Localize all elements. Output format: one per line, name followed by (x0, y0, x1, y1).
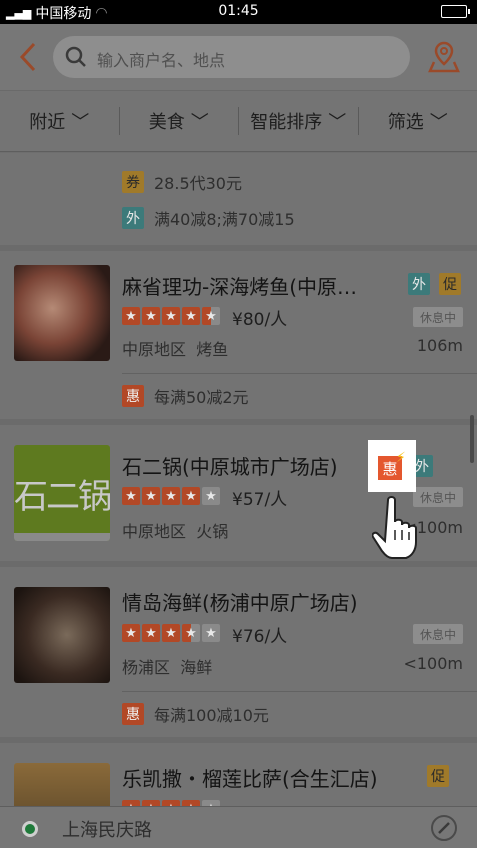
promotion-badge: 促 (439, 273, 461, 295)
filter-bar: 附近 ﹀ 美食 ﹀ 智能排序 ﹀ 筛选 ﹀ (0, 90, 477, 152)
divider (122, 373, 477, 374)
price-per-person: ¥57/人 (232, 490, 288, 510)
restaurant-name: 石二锅(中原城市广场店) (122, 455, 338, 479)
map-icon[interactable] (428, 40, 460, 74)
star-icon: ★ (122, 487, 140, 505)
filter-screen[interactable]: 筛选 ﹀ (359, 91, 477, 151)
restaurant-name: 情岛海鲜(杨浦中原广场店) (122, 591, 358, 615)
divider (122, 691, 477, 692)
empty-star-icon: ★ (202, 624, 220, 642)
empty-star-icon: ★ (202, 487, 220, 505)
chevron-down-icon: ﹀ (328, 112, 347, 133)
hand-pointer-icon (371, 494, 424, 560)
clock: 01:45 (218, 3, 259, 19)
star-icon: ★ (142, 487, 160, 505)
star-icon: ★ (182, 487, 200, 505)
coupon-badge: 券 (122, 171, 144, 193)
filter-sort[interactable]: 智能排序 ﹀ (239, 91, 358, 151)
discount-badge-highlight[interactable]: 惠 ⚡ (368, 440, 416, 492)
location-dot-icon (22, 821, 38, 837)
search-placeholder: 输入商户名、地点 (97, 51, 226, 70)
thumb-logo-text: 石二锅 (14, 476, 110, 517)
chevron-down-icon: ﹀ (71, 112, 90, 133)
promotion-badge: 促 (427, 765, 449, 787)
location-bar: 上海民庆路 (0, 806, 477, 848)
price-per-person: ¥76/人 (232, 627, 288, 647)
filter-nearby[interactable]: 附近 ﹀ (0, 91, 119, 151)
restaurant-photo (14, 587, 110, 683)
star-icon: ★ (122, 307, 140, 325)
delivery-badge: 外 (408, 273, 430, 295)
back-button[interactable] (14, 40, 44, 74)
restaurant-name: 乐凯撒・榴莲比萨(合生汇店) (122, 767, 378, 791)
star-icon: ★ (162, 487, 180, 505)
distance: <100m (403, 654, 463, 673)
restaurant-photo (14, 763, 110, 806)
chevron-down-icon: ﹀ (190, 112, 209, 133)
star-icon: ★ (122, 624, 140, 642)
restaurant-name: 麻省理功-深海烤鱼(中原… (122, 275, 358, 299)
star-icon: ★ (142, 307, 160, 325)
promo-row: 惠 每满100减10元 (122, 702, 269, 726)
list-item[interactable]: 券 28.5代30元 外 满40减8;满70减15 (0, 153, 477, 245)
list-item[interactable]: 情岛海鲜(杨浦中原广场店) ★ ★ ★ ★ ★ ¥76/人 休息中 杨浦区 海鲜 <10… (0, 567, 477, 737)
scrollbar[interactable] (470, 415, 474, 463)
list-item[interactable]: 乐凯撒・榴莲比萨(合生汇店) 促 ★★★★★ (0, 743, 477, 806)
promo-row: 券 28.5代30元 (122, 170, 242, 194)
search-icon (65, 46, 87, 72)
restaurant-photo (14, 265, 110, 361)
current-location: 上海民庆路 (62, 820, 152, 841)
half-star-icon: ★ (202, 307, 220, 325)
filter-food[interactable]: 美食 ﹀ (120, 91, 239, 151)
header: 输入商户名、地点 (0, 24, 477, 90)
battery-icon (441, 5, 470, 18)
half-star-icon: ★ (182, 624, 200, 642)
status-badge: 休息中 (413, 307, 463, 327)
edit-location-button[interactable] (431, 815, 457, 841)
price-per-person: ¥80/人 (232, 310, 288, 330)
promo-row: 惠 每满50减2元 (122, 384, 249, 408)
area-category: 杨浦区 海鲜 (122, 658, 213, 677)
area-category: 中原地区 火锅 (122, 522, 229, 541)
promo-text: 每满50减2元 (154, 388, 249, 407)
star-icon: ★ (182, 307, 200, 325)
discount-badge: 惠 (122, 703, 144, 725)
distance: 106m (416, 336, 463, 355)
rating-stars: ★★★★★ (122, 624, 220, 642)
search-input[interactable]: 输入商户名、地点 (53, 36, 410, 78)
chevron-down-icon: ﹀ (429, 112, 448, 133)
status-badge: 休息中 (413, 624, 463, 644)
promo-text: 每满100减10元 (154, 706, 269, 725)
delivery-badge: 外 (122, 207, 144, 229)
promo-text: 28.5代30元 (154, 174, 242, 193)
restaurant-photo: 石二锅 (14, 445, 110, 541)
list-item[interactable]: 麻省理功-深海烤鱼(中原… 外 促 ★ ★ ★ ★ ★ ¥80/人 休息中 中原地区 烤… (0, 251, 477, 419)
rating-stars: ★★★★★ (122, 487, 220, 505)
rating-stars: ★★★★★ (122, 307, 220, 325)
area-category: 中原地区 烤鱼 (122, 340, 229, 359)
star-icon: ★ (162, 624, 180, 642)
promo-text: 满40减8;满70减15 (154, 210, 295, 229)
discount-badge: 惠 (122, 385, 144, 407)
pencil-icon (438, 822, 450, 834)
lightning-icon: ⚡ (396, 450, 406, 466)
promo-row: 外 满40减8;满70减15 (122, 206, 295, 230)
status-bar: ▂▄▆ 中国移动 ◠ 01:45 (0, 0, 477, 24)
star-icon: ★ (142, 624, 160, 642)
star-icon: ★ (162, 307, 180, 325)
